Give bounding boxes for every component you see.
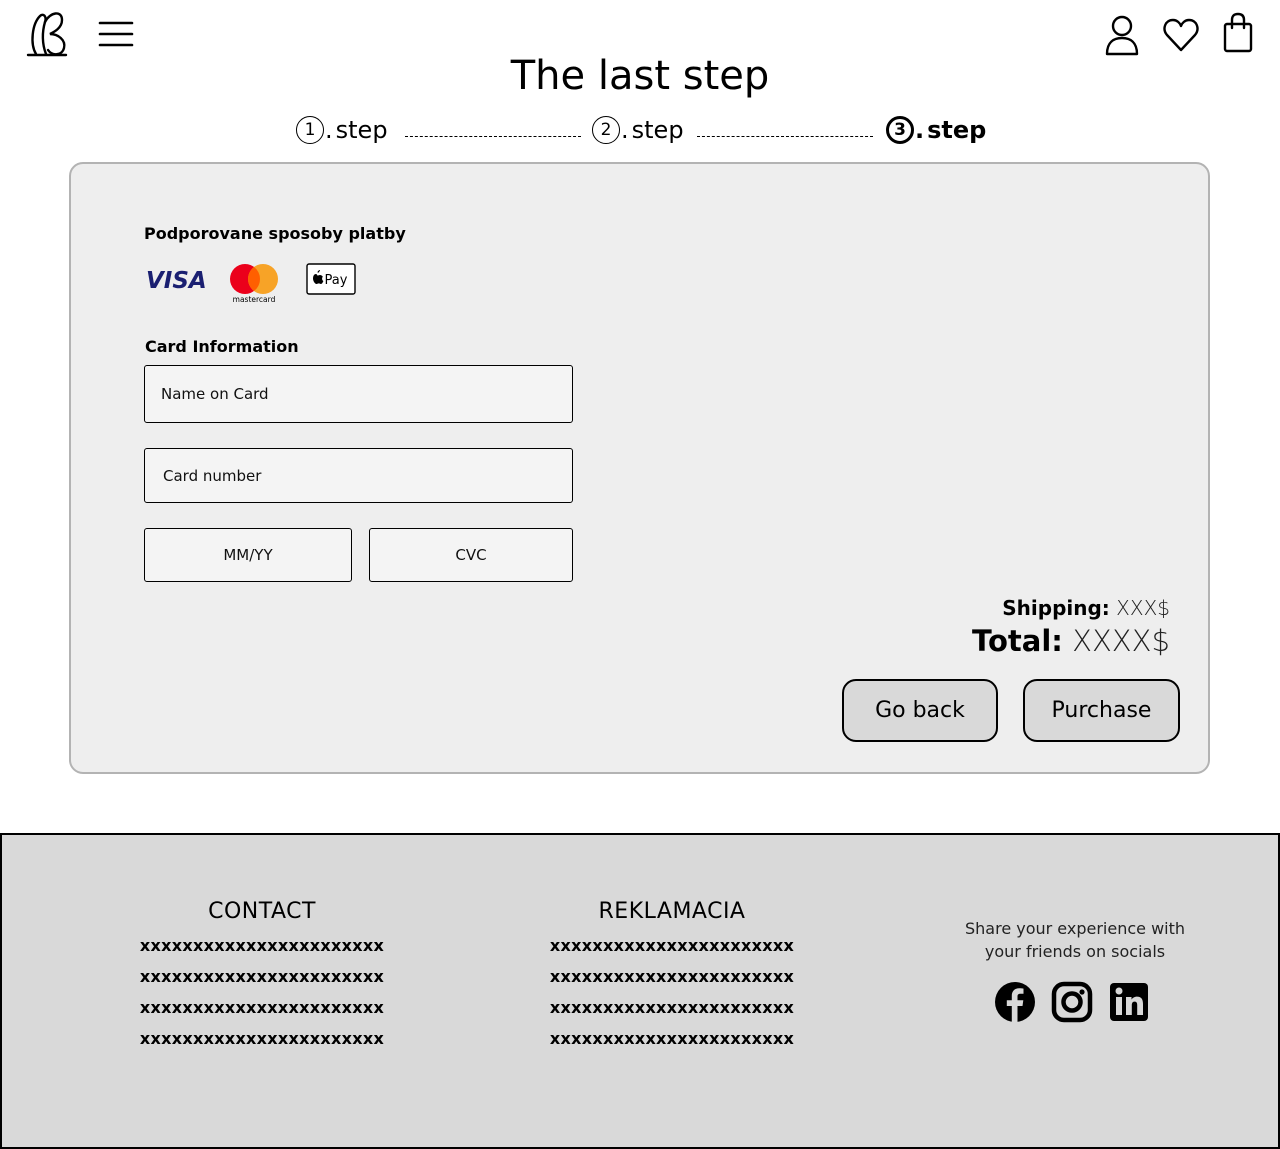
footer-contact-line: xxxxxxxxxxxxxxxxxxxxxxx (139, 967, 385, 986)
facebook-icon[interactable] (994, 981, 1036, 1023)
step-number: 3 (886, 116, 914, 144)
total-value: XXXX$ (1072, 624, 1170, 658)
step-1: 1 . step (296, 116, 388, 144)
footer-contact-line: xxxxxxxxxxxxxxxxxxxxxxx (139, 998, 385, 1017)
step-dot: . (915, 116, 925, 144)
footer-complaints-line: xxxxxxxxxxxxxxxxxxxxxxx (549, 967, 795, 986)
payment-panel: Podporovane sposoby platby VISA masterca… (69, 162, 1210, 774)
step-dot: . (621, 116, 629, 144)
card-number-field[interactable]: Card number (144, 448, 573, 503)
cvc-placeholder: CVC (455, 546, 487, 564)
cvc-field[interactable]: CVC (369, 528, 573, 582)
step-number: 2 (592, 116, 620, 144)
footer-complaints-line: xxxxxxxxxxxxxxxxxxxxxxx (549, 998, 795, 1017)
visa-logo-text: VISA (146, 268, 205, 294)
step-number: 1 (296, 116, 324, 144)
step-3: 3 . step (886, 116, 986, 144)
step-label: step (927, 116, 987, 144)
step-dot: . (325, 116, 333, 144)
step-connector (697, 136, 873, 137)
card-number-placeholder: Card number (163, 466, 262, 485)
social-links (994, 981, 1154, 1025)
card-information-label: Card Information (145, 337, 299, 356)
menu-icon[interactable] (98, 20, 134, 48)
visa-icon: VISA (145, 264, 207, 294)
share-text: Share your experience with your friends … (964, 919, 1186, 961)
checkout-stepper: 1 . step 2 . step 3 . step (0, 116, 1280, 156)
instagram-icon[interactable] (1051, 981, 1093, 1023)
footer: CONTACT xxxxxxxxxxxxxxxxxxxxxxx xxxxxxxx… (0, 833, 1280, 1149)
footer-complaints-title: REKLAMACIA (598, 899, 746, 924)
footer-contact-title: CONTACT (208, 899, 316, 924)
step-connector (405, 136, 581, 137)
total-row: Total: XXXX$ (972, 624, 1170, 658)
shipping-label: Shipping: (1002, 596, 1110, 620)
payment-methods-label: Podporovane sposoby platby (144, 224, 406, 243)
shipping-value: XXX$ (1116, 596, 1170, 620)
step-label: step (631, 116, 684, 144)
footer-complaints: REKLAMACIA xxxxxxxxxxxxxxxxxxxxxxx xxxxx… (522, 899, 822, 1054)
footer-complaints-line: xxxxxxxxxxxxxxxxxxxxxxx (549, 1029, 795, 1048)
expiry-placeholder: MM/YY (223, 546, 273, 564)
mastercard-icon: mastercard (227, 262, 283, 304)
shipping-row: Shipping: XXX$ (1002, 596, 1170, 620)
mastercard-logo-text: mastercard (233, 295, 276, 304)
footer-contact-line: xxxxxxxxxxxxxxxxxxxxxxx (139, 936, 385, 955)
footer-complaints-line: xxxxxxxxxxxxxxxxxxxxxxx (549, 936, 795, 955)
total-label: Total: (972, 624, 1063, 658)
step-2: 2 . step (592, 116, 684, 144)
linkedin-icon[interactable] (1108, 981, 1150, 1023)
expiry-field[interactable]: MM/YY (144, 528, 352, 582)
purchase-button[interactable]: Purchase (1023, 679, 1180, 742)
footer-contact: CONTACT xxxxxxxxxxxxxxxxxxxxxxx xxxxxxxx… (112, 899, 412, 1054)
go-back-button[interactable]: Go back (842, 679, 998, 742)
apple-pay-logo-text: Pay (325, 273, 348, 288)
apple-pay-icon: Pay (306, 263, 358, 297)
step-label: step (335, 116, 388, 144)
name-on-card-field[interactable]: Name on Card (144, 365, 573, 423)
page-title: The last step (510, 53, 770, 99)
name-on-card-placeholder: Name on Card (161, 385, 269, 403)
footer-contact-line: xxxxxxxxxxxxxxxxxxxxxxx (139, 1029, 385, 1048)
